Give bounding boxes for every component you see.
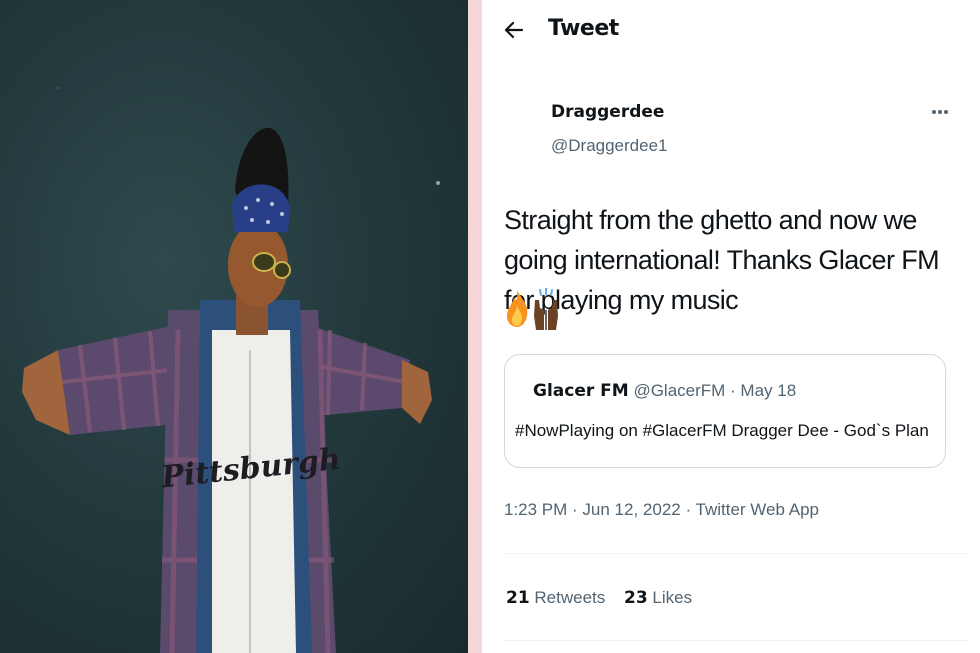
divider-line — [504, 640, 970, 641]
likes-stat[interactable]: 23 Likes — [624, 588, 692, 608]
tweet-photo[interactable]: Pittsburgh — [0, 0, 468, 653]
retweets-stat[interactable]: 21 Retweets — [506, 588, 605, 608]
tweet-stats: 21 Retweets 23 Likes — [506, 588, 706, 608]
author-name[interactable]: Draggerdee — [551, 102, 664, 122]
tweet-text: Straight from the ghetto and now we goin… — [504, 205, 940, 315]
panel-divider — [468, 0, 482, 653]
tweet-emojis — [504, 288, 560, 334]
raised-hands-icon — [534, 288, 558, 330]
author-handle[interactable]: @Draggerdee1 — [551, 136, 668, 156]
photo-illustration: Pittsburgh — [22, 86, 440, 653]
quoted-tweet-header: Glacer FM @GlacerFM · May 18 — [533, 381, 796, 401]
more-horizontal-icon — [932, 110, 948, 114]
quoted-author-meta: @GlacerFM · May 18 — [633, 381, 797, 400]
top-bar: Tweet — [482, 0, 980, 62]
fire-icon — [507, 290, 528, 327]
divider-line — [504, 553, 970, 554]
arrow-left-icon — [504, 21, 524, 39]
quoted-tweet[interactable]: Glacer FM @GlacerFM · May 18 #NowPlaying… — [504, 354, 946, 468]
tweet-timestamp[interactable]: 1:23 PM · Jun 12, 2022 · Twitter Web App — [504, 500, 819, 520]
tweet-detail-panel: Tweet Draggerdee @Draggerdee1 Straight f… — [482, 0, 980, 653]
quoted-tweet-text: #NowPlaying on #GlacerFM Dragger Dee - G… — [515, 421, 929, 440]
quoted-author-name: Glacer FM — [533, 381, 629, 401]
page-title: Tweet — [548, 16, 619, 41]
back-button[interactable] — [500, 16, 528, 44]
more-button[interactable] — [928, 100, 952, 124]
